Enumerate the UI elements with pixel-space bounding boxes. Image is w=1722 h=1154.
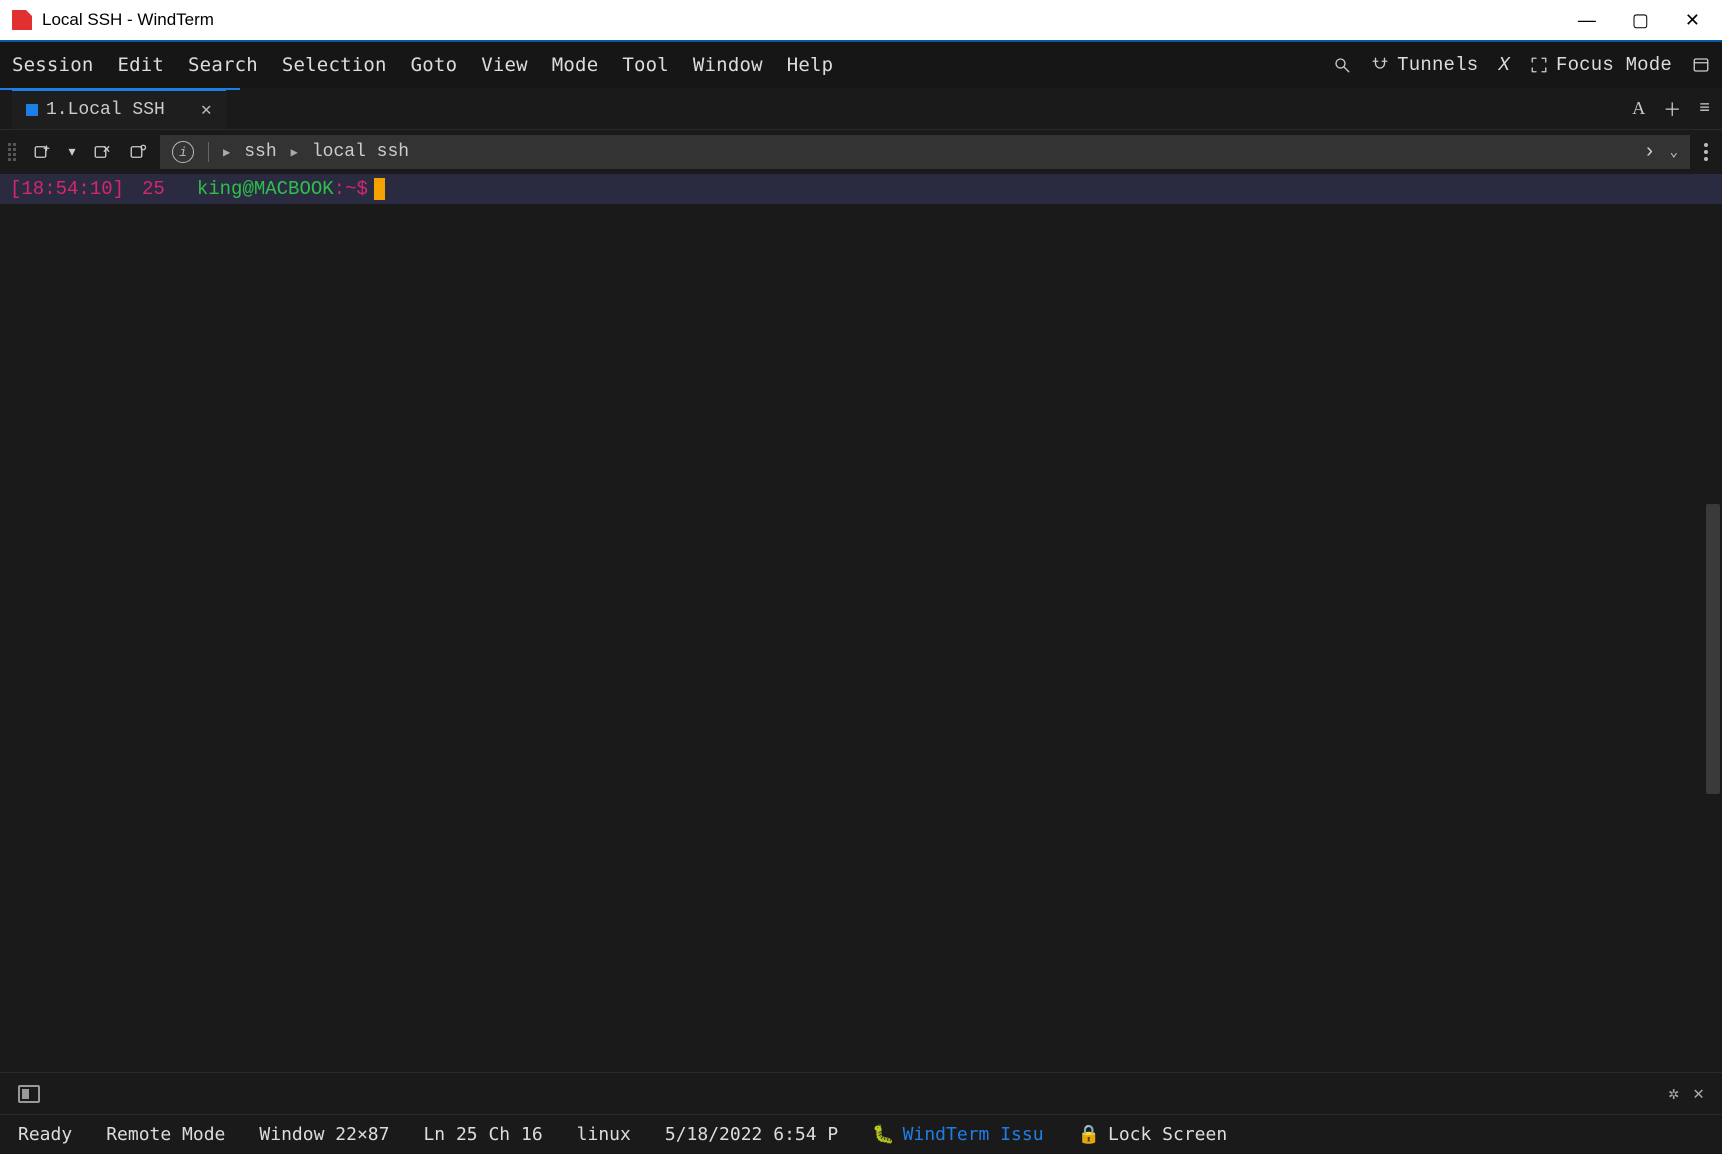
reconnect-icon [129, 143, 147, 161]
panel-tabbar: ✲ ✕ [0, 1072, 1722, 1114]
tab-local-ssh[interactable]: 1.Local SSH ✕ [12, 88, 226, 129]
chevron-right-icon: ▶ [291, 145, 298, 160]
font-button[interactable]: A [1632, 98, 1645, 119]
status-os: linux [577, 1124, 631, 1145]
focus-mode-label: Focus Mode [1556, 54, 1672, 76]
go-button[interactable]: › [1644, 141, 1656, 164]
menu-window[interactable]: Window [693, 54, 763, 76]
tab-menu-button[interactable]: ≡ [1699, 99, 1710, 119]
chevron-right-icon: ▶ [223, 145, 230, 160]
new-tab-button[interactable]: ＋ [1663, 96, 1681, 122]
menu-session[interactable]: Session [12, 54, 93, 76]
menu-tool[interactable]: Tool [622, 54, 669, 76]
status-lock-screen[interactable]: 🔒 Lock Screen [1078, 1124, 1228, 1145]
new-session-button[interactable] [28, 138, 56, 166]
toolbar-menu-button[interactable] [1698, 143, 1714, 161]
search-action[interactable] [1333, 56, 1351, 74]
menu-help[interactable]: Help [787, 54, 834, 76]
tunnels-action[interactable]: Tunnels [1371, 54, 1478, 76]
maximize-button[interactable]: ▢ [1632, 10, 1649, 31]
panel-icon[interactable] [18, 1085, 40, 1103]
statusbar: Ready Remote Mode Window 22×87 Ln 25 Ch … [0, 1114, 1722, 1154]
prompt-path: :~$ [334, 174, 368, 204]
prompt-user-host: king@MACBOOK [197, 174, 334, 204]
reconnect-button[interactable] [124, 138, 152, 166]
status-issues[interactable]: 🐛 WindTerm Issu [872, 1124, 1043, 1145]
panel-close-button[interactable]: ✕ [1693, 1083, 1704, 1105]
timestamp: [18:54:10] [10, 174, 124, 204]
tunnel-icon [1371, 56, 1389, 74]
window-title: Local SSH - WindTerm [42, 10, 1578, 30]
tab-close-button[interactable]: ✕ [201, 99, 212, 121]
tab-indicator-icon [26, 104, 38, 116]
scrollbar-thumb[interactable] [1706, 504, 1720, 794]
status-ready: Ready [18, 1124, 72, 1145]
focus-icon [1530, 56, 1548, 74]
status-issues-label: WindTerm Issu [903, 1124, 1044, 1145]
cursor [374, 178, 385, 200]
breadcrumb-ssh[interactable]: ssh [244, 142, 276, 162]
history-dropdown[interactable]: ⌄ [1670, 144, 1678, 161]
breadcrumb-local-ssh[interactable]: local ssh [312, 142, 409, 162]
separator [208, 142, 209, 162]
minimize-button[interactable]: — [1578, 10, 1596, 31]
status-window-size: Window 22×87 [259, 1124, 389, 1145]
menu-search[interactable]: Search [188, 54, 258, 76]
status-remote-mode[interactable]: Remote Mode [106, 1124, 225, 1145]
toolbar: ▾ i ▶ ssh ▶ local ssh › ⌄ [0, 130, 1722, 174]
grip-handle[interactable] [8, 143, 16, 161]
search-icon [1333, 56, 1351, 74]
menu-mode[interactable]: Mode [552, 54, 599, 76]
focus-mode-action[interactable]: Focus Mode [1530, 54, 1672, 76]
close-window-button[interactable]: ✕ [1685, 10, 1700, 31]
status-cursor-pos: Ln 25 Ch 16 [423, 1124, 542, 1145]
x-action[interactable]: X [1498, 54, 1510, 76]
menubar: Session Edit Search Selection Goto View … [0, 40, 1722, 88]
terminal[interactable]: [18:54:10] 25 king@MACBOOK:~$ [0, 174, 1722, 1072]
lock-icon: 🔒 [1078, 1124, 1100, 1145]
tab-row: 1.Local SSH ✕ A ＋ ≡ [0, 88, 1722, 130]
new-session-dropdown[interactable]: ▾ [64, 138, 80, 166]
status-datetime: 5/18/2022 6:54 P [665, 1124, 838, 1145]
new-session-icon [33, 143, 51, 161]
caterpillar-icon: 🐛 [872, 1124, 894, 1145]
app-icon [12, 10, 32, 30]
menu-selection[interactable]: Selection [282, 54, 387, 76]
status-lock-label: Lock Screen [1108, 1124, 1227, 1145]
panel-toggle-action[interactable] [1692, 56, 1710, 74]
info-icon[interactable]: i [172, 141, 194, 163]
menu-goto[interactable]: Goto [411, 54, 458, 76]
tunnels-label: Tunnels [1397, 54, 1478, 76]
line-number: 25 [142, 174, 165, 204]
tab-actions: A ＋ ≡ [1632, 96, 1710, 122]
terminal-line: [18:54:10] 25 king@MACBOOK:~$ [0, 174, 1722, 204]
menu-view[interactable]: View [481, 54, 528, 76]
panel-settings-button[interactable]: ✲ [1668, 1083, 1679, 1105]
tab-label: 1.Local SSH [46, 100, 165, 120]
address-bar[interactable]: i ▶ ssh ▶ local ssh › ⌄ [160, 135, 1690, 169]
titlebar: Local SSH - WindTerm — ▢ ✕ [0, 0, 1722, 40]
close-session-button[interactable] [88, 138, 116, 166]
window-controls: — ▢ ✕ [1578, 10, 1710, 31]
close-session-icon [93, 143, 111, 161]
menu-edit[interactable]: Edit [117, 54, 164, 76]
panel-icon [1692, 56, 1710, 74]
